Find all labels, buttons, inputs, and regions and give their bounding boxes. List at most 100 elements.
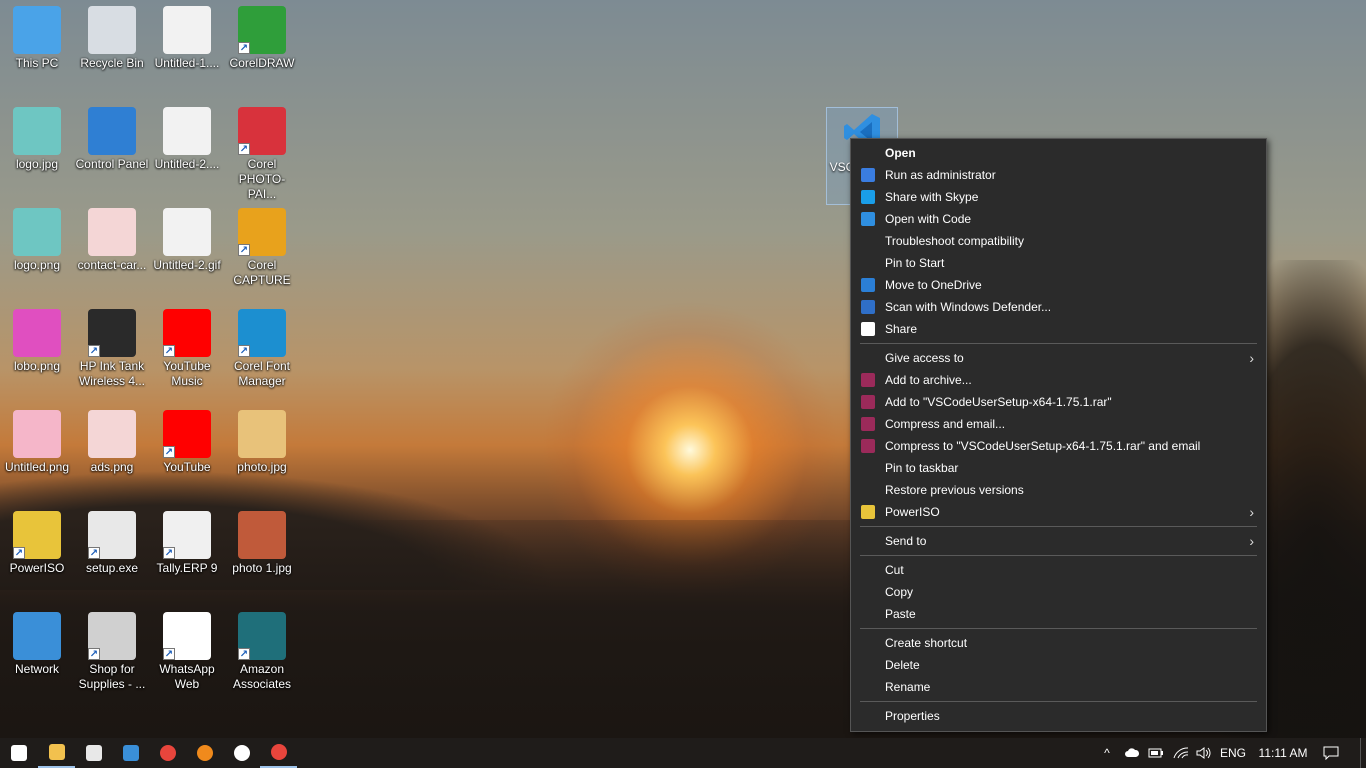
menu-item-share-with-skype[interactable]: Share with Skype <box>851 186 1266 208</box>
menu-item-open-with-code[interactable]: Open with Code <box>851 208 1266 230</box>
menu-item-label: Troubleshoot compatibility <box>885 234 1024 248</box>
menu-item-troubleshoot-compatibility[interactable]: Troubleshoot compatibility <box>851 230 1266 252</box>
shortcut-arrow-icon: ↗ <box>238 648 250 660</box>
wifi-icon[interactable] <box>1170 738 1192 768</box>
desktop-icon[interactable]: ↗ Corel CAPTURE <box>225 208 299 288</box>
menu-item-move-to-onedrive[interactable]: Move to OneDrive <box>851 274 1266 296</box>
shortcut-arrow-icon: ↗ <box>163 547 175 559</box>
desktop-icon[interactable]: logo.jpg <box>0 107 74 172</box>
desktop-icon[interactable]: ↗ Shop for Supplies - ... <box>75 612 149 692</box>
desktop-icon[interactable]: ads.png <box>75 410 149 475</box>
start-button[interactable] <box>0 738 37 768</box>
menu-item-create-shortcut[interactable]: Create shortcut <box>851 632 1266 654</box>
desktop-icon[interactable]: Control Panel <box>75 107 149 172</box>
menu-item-label: Share <box>885 322 918 336</box>
desktop-icon[interactable]: photo.jpg <box>225 410 299 475</box>
desktop-icon-label: CorelDRAW <box>229 56 295 70</box>
volume-icon[interactable] <box>1194 738 1214 768</box>
input-language-indicator[interactable]: ENG <box>1216 738 1250 768</box>
menu-item-poweriso[interactable]: PowerISO › <box>851 501 1266 523</box>
image-file-icon <box>13 208 61 256</box>
action-center-icon[interactable] <box>1316 738 1346 768</box>
menu-item-compress-to-vscodeusersetup-x64-1-75-1-rar-and-email[interactable]: Compress to "VSCodeUserSetup-x64-1.75.1.… <box>851 435 1266 457</box>
menu-item-open[interactable]: Open <box>851 142 1266 164</box>
desktop-icon[interactable]: ↗ Tally.ERP 9 <box>150 511 224 576</box>
show-desktop-button[interactable] <box>1360 738 1366 768</box>
menu-item-label: Delete <box>885 658 920 672</box>
desktop-icon-label: YouTube <box>163 460 211 474</box>
taskbar-chrome-2[interactable] <box>260 738 297 768</box>
desktop-icon[interactable]: ↗ Corel Font Manager <box>225 309 299 389</box>
desktop-icon[interactable]: lobo.png <box>0 309 74 374</box>
taskbar-whatsapp[interactable] <box>223 738 260 768</box>
chrome-icon <box>270 744 287 760</box>
image-file-icon <box>13 410 61 458</box>
desktop-icon[interactable]: ↗ HP Ink Tank Wireless 4... <box>75 309 149 389</box>
desktop-icon[interactable]: ↗ Amazon Associates <box>225 612 299 692</box>
youtube-icon: ↗ <box>163 410 211 458</box>
taskbar-mail[interactable] <box>112 738 149 768</box>
menu-item-scan-with-windows-defender[interactable]: Scan with Windows Defender... <box>851 296 1266 318</box>
desktop-icon[interactable]: ↗ YouTube <box>150 410 224 475</box>
desktop-icon[interactable]: Network <box>0 612 74 677</box>
desktop-icon[interactable]: logo.png <box>0 208 74 273</box>
desktop-icon[interactable]: Untitled.png <box>0 410 74 475</box>
menu-item-label: Cut <box>885 563 904 577</box>
network-icon <box>13 612 61 660</box>
menu-item-give-access-to[interactable]: Give access to › <box>851 347 1266 369</box>
desktop-icon[interactable]: ↗ CorelDRAW <box>225 6 299 71</box>
taskbar-file-explorer[interactable] <box>38 738 75 768</box>
desktop-icon[interactable]: Untitled-2.gif <box>150 208 224 273</box>
taskbar-chrome[interactable] <box>149 738 186 768</box>
clock[interactable]: 11:11 AM <box>1252 738 1314 768</box>
desktop-icon[interactable]: Untitled-1.... <box>150 6 224 71</box>
submenu-arrow-icon: › <box>1249 504 1254 520</box>
menu-item-delete[interactable]: Delete <box>851 654 1266 676</box>
menu-item-label: Create shortcut <box>885 636 968 650</box>
image-file-icon <box>163 107 211 155</box>
desktop-icon[interactable]: ↗ Corel PHOTO-PAI... <box>225 107 299 202</box>
menu-item-label: Paste <box>885 607 916 621</box>
desktop-icon[interactable]: photo 1.jpg <box>225 511 299 576</box>
shortcut-arrow-icon: ↗ <box>163 446 175 458</box>
image-file-icon <box>163 208 211 256</box>
shortcut-arrow-icon: ↗ <box>88 648 100 660</box>
menu-item-restore-previous-versions[interactable]: Restore previous versions <box>851 479 1266 501</box>
image-file-icon <box>13 309 61 357</box>
desktop-icon-label: Untitled-1.... <box>154 56 220 70</box>
corel-photo-paint-icon: ↗ <box>238 107 286 155</box>
taskbar-store[interactable] <box>75 738 112 768</box>
desktop-icon-label: Recycle Bin <box>80 56 144 70</box>
taskbar-blender[interactable] <box>186 738 223 768</box>
desktop-icon-label: Control Panel <box>75 157 149 171</box>
menu-item-pin-to-start[interactable]: Pin to Start <box>851 252 1266 274</box>
menu-item-add-to-archive[interactable]: Add to archive... <box>851 369 1266 391</box>
menu-item-add-to-vscodeusersetup-x64-1-75-1-rar[interactable]: Add to "VSCodeUserSetup-x64-1.75.1.rar" <box>851 391 1266 413</box>
shortcut-arrow-icon: ↗ <box>163 345 175 357</box>
menu-item-copy[interactable]: Copy <box>851 581 1266 603</box>
menu-item-pin-to-taskbar[interactable]: Pin to taskbar <box>851 457 1266 479</box>
menu-item-run-as-administrator[interactable]: Run as administrator <box>851 164 1266 186</box>
menu-item-cut[interactable]: Cut <box>851 559 1266 581</box>
menu-item-compress-and-email[interactable]: Compress and email... <box>851 413 1266 435</box>
desktop-icon[interactable]: contact-car... <box>75 208 149 273</box>
desktop-icon[interactable]: Recycle Bin <box>75 6 149 71</box>
desktop-icon-label: photo 1.jpg <box>232 561 292 575</box>
onedrive-tray-icon[interactable] <box>1122 738 1142 768</box>
menu-item-share[interactable]: Share <box>851 318 1266 340</box>
desktop-icon[interactable]: ↗ setup.exe <box>75 511 149 576</box>
menu-item-paste[interactable]: Paste <box>851 603 1266 625</box>
desktop-icon-label: WhatsApp Web <box>159 662 215 691</box>
menu-item-rename[interactable]: Rename <box>851 676 1266 698</box>
desktop-icon[interactable]: This PC <box>0 6 74 71</box>
desktop-icon[interactable]: ↗ PowerISO <box>0 511 74 576</box>
menu-item-send-to[interactable]: Send to › <box>851 530 1266 552</box>
desktop-icon[interactable]: Untitled-2.... <box>150 107 224 172</box>
winrar-icon <box>861 417 875 431</box>
menu-item-properties[interactable]: Properties <box>851 705 1266 727</box>
show-hidden-icons-chevron[interactable]: ^ <box>1098 738 1116 768</box>
image-file-icon <box>88 208 136 256</box>
desktop-icon[interactable]: ↗ WhatsApp Web <box>150 612 224 692</box>
battery-icon[interactable] <box>1146 738 1166 768</box>
desktop-icon[interactable]: ↗ YouTube Music <box>150 309 224 389</box>
